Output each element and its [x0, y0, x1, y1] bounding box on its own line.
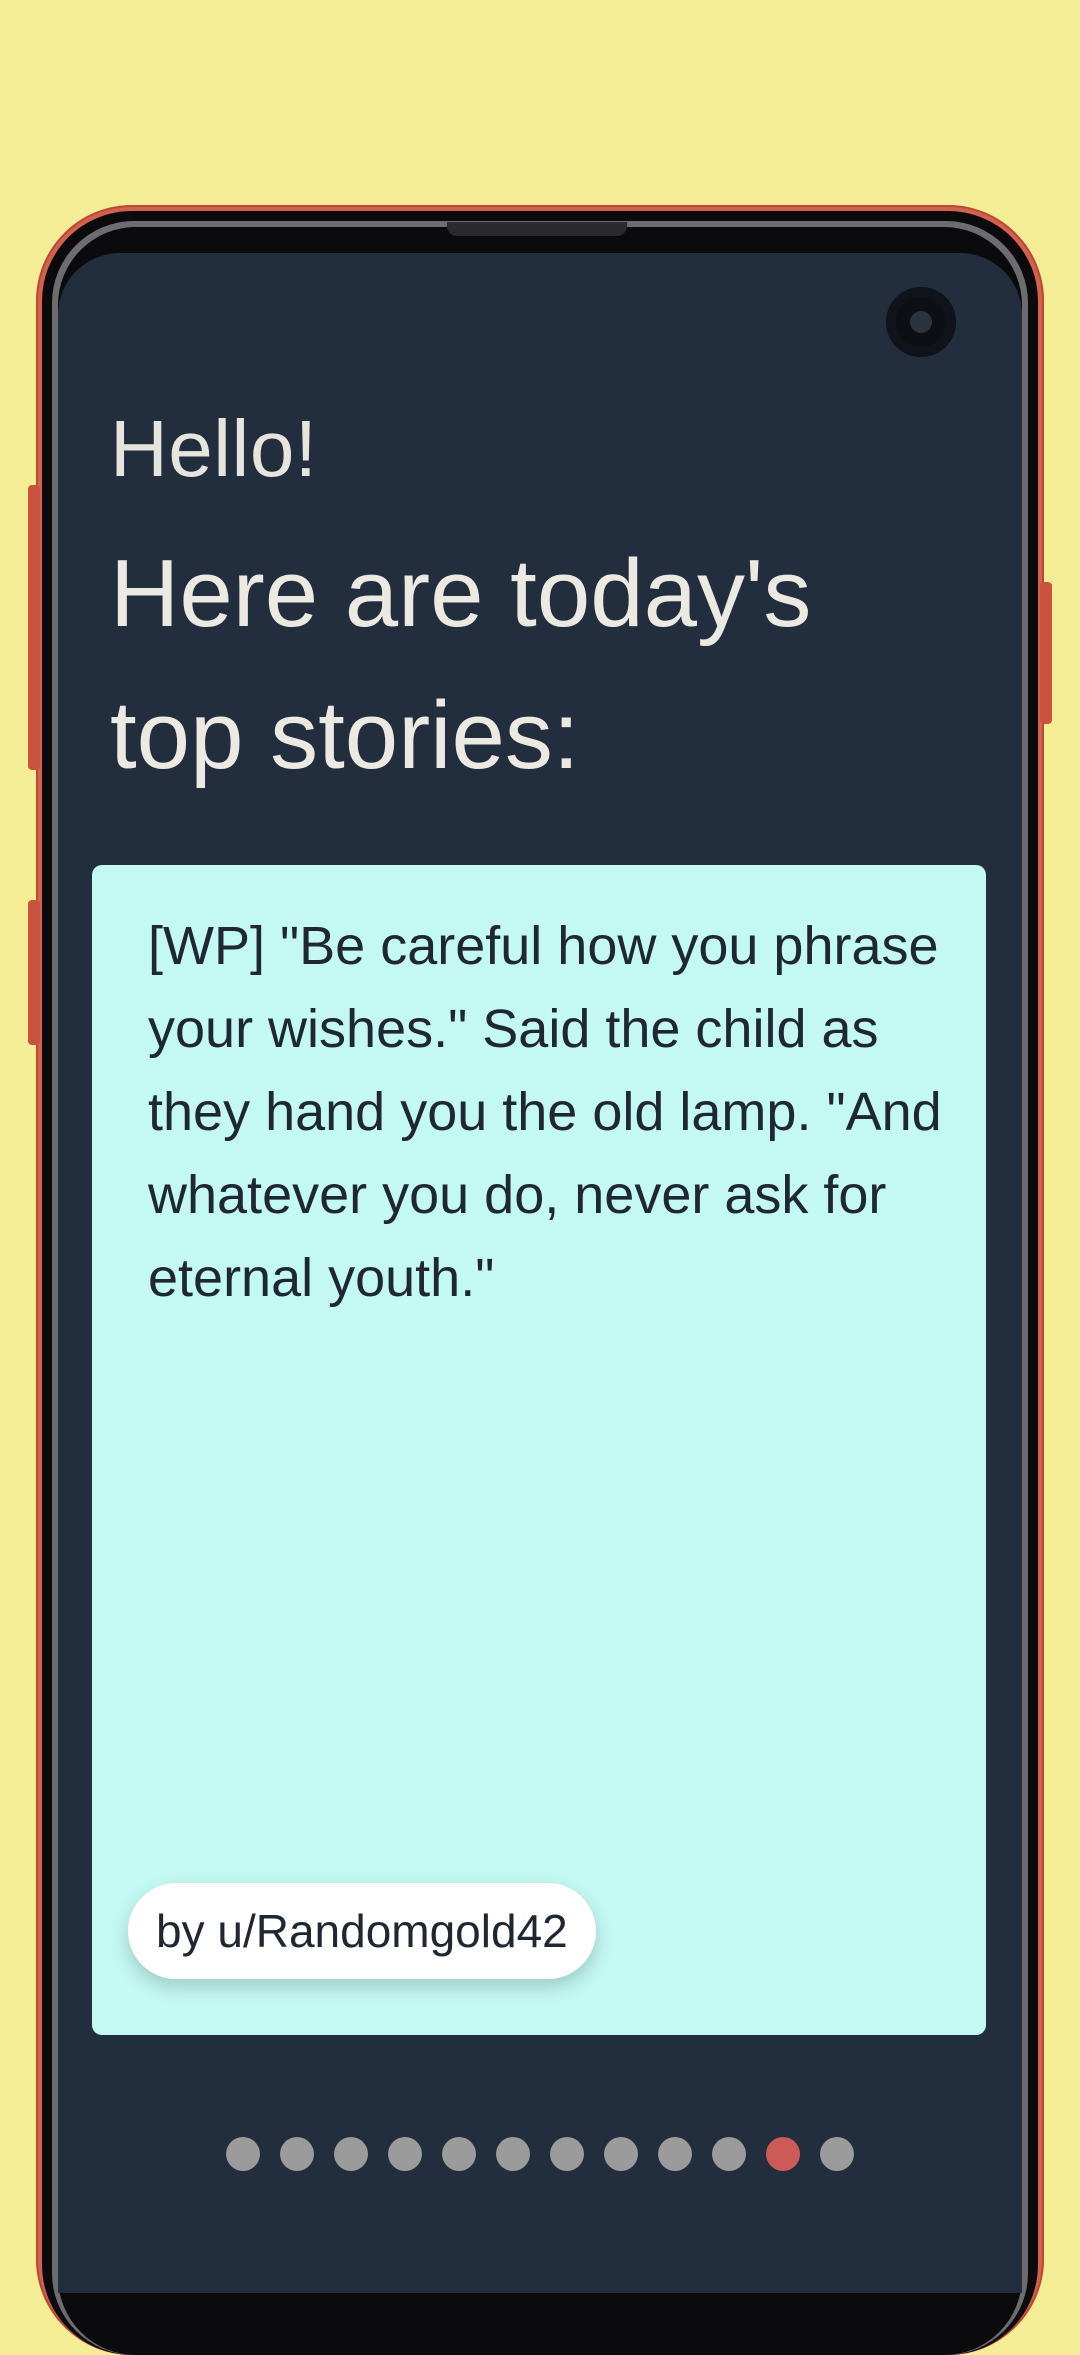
pagination-dot[interactable]: [496, 2137, 530, 2171]
page-title: Here are today's top stories:: [110, 540, 812, 789]
pagination-dot-active[interactable]: [766, 2137, 800, 2171]
pagination-dot[interactable]: [388, 2137, 422, 2171]
pagination-dot[interactable]: [334, 2137, 368, 2171]
story-card[interactable]: [WP] "Be careful how you phrase your wis…: [92, 865, 986, 2035]
pagination-dot[interactable]: [280, 2137, 314, 2171]
author-chip[interactable]: by u/Randomgold42: [128, 1883, 596, 1979]
front-camera-icon: [886, 287, 956, 357]
pagination-dot[interactable]: [226, 2137, 260, 2171]
earpiece-speaker: [447, 222, 627, 236]
pagination-dot[interactable]: [442, 2137, 476, 2171]
pagination-dot[interactable]: [604, 2137, 638, 2171]
pagination-dot[interactable]: [658, 2137, 692, 2171]
pagination-dot[interactable]: [712, 2137, 746, 2171]
app-screen: Hello! Here are today's top stories: [WP…: [58, 253, 1022, 2293]
greeting: Hello!: [110, 404, 318, 493]
pagination-dot[interactable]: [820, 2137, 854, 2171]
story-title: [WP] "Be careful how you phrase your wis…: [148, 916, 942, 1308]
author-label: by u/Randomgold42: [156, 1905, 568, 1957]
power-button: [1040, 582, 1052, 724]
volume-button: [28, 485, 40, 770]
bixby-button: [28, 900, 40, 1045]
pagination-dots: [58, 2137, 1022, 2171]
pagination-dot[interactable]: [550, 2137, 584, 2171]
